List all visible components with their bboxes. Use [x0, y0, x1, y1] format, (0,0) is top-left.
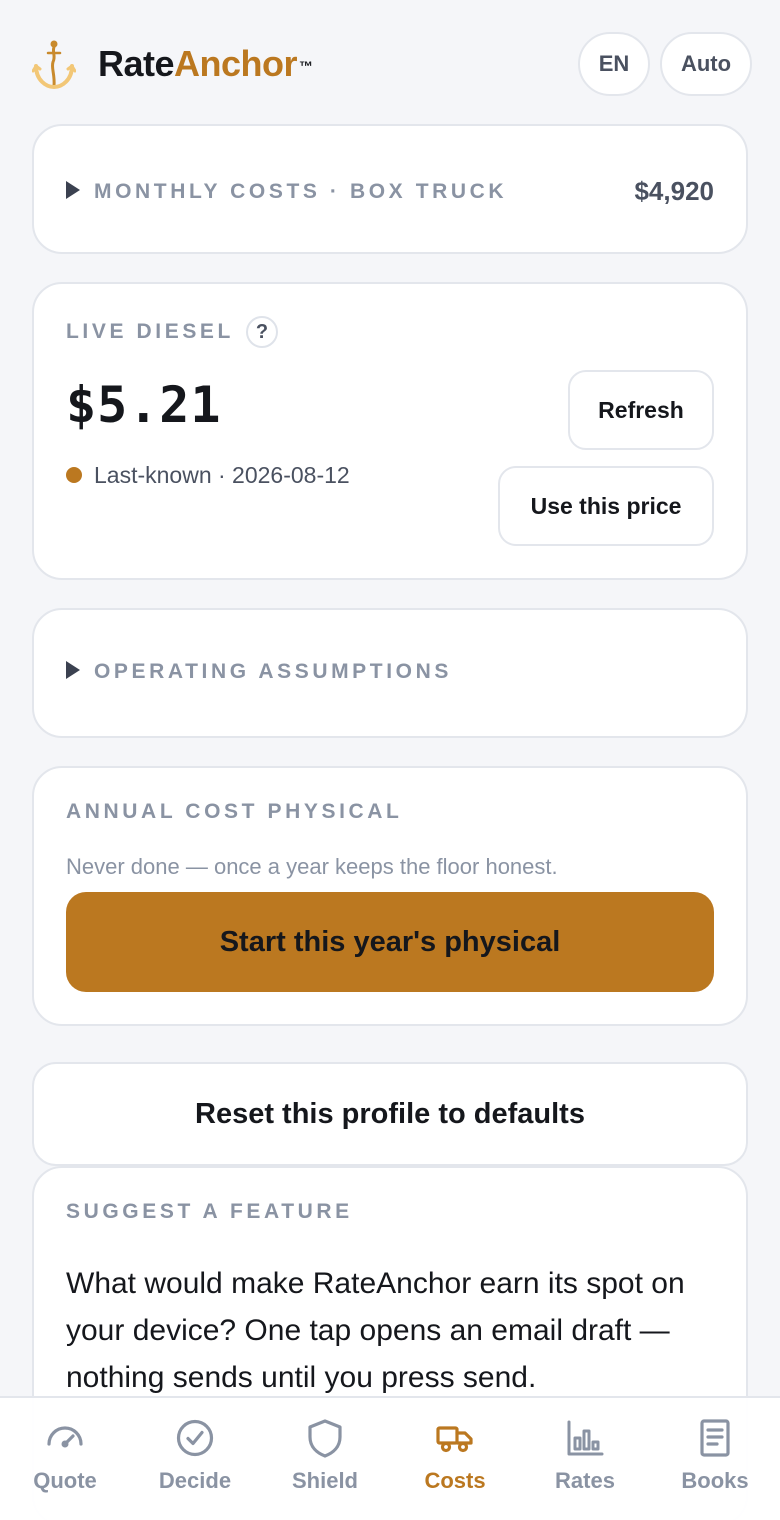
- operating-assumptions-label: OPERATING ASSUMPTIONS: [94, 660, 452, 683]
- nav-label: Decide: [158, 1468, 232, 1493]
- nav-item-costs[interactable]: Costs: [390, 1398, 520, 1520]
- annual-physical-card: ANNUAL COST PHYSICAL Never done — once a…: [32, 766, 748, 1026]
- help-icon[interactable]: ?: [245, 316, 278, 348]
- reset-profile-button[interactable]: Reset this profile to defaults: [32, 1062, 748, 1166]
- diesel-status: Last-known · 2026-08-12: [66, 452, 366, 498]
- suggest-feature-body: What would make RateAnchor earn its spot…: [66, 1267, 685, 1394]
- monthly-costs-card[interactable]: MONTHLY COSTS · BOX TRUCK $4,920: [32, 124, 748, 254]
- nav-label: Quote: [33, 1468, 97, 1493]
- annual-physical-note: Never done — once a year keeps the floor…: [66, 854, 558, 879]
- nav-label: Books: [681, 1468, 749, 1493]
- shield-icon: [308, 1419, 342, 1458]
- anchor-logo-icon: [32, 40, 76, 90]
- live-diesel-header: LIVE DIESEL ?: [66, 316, 278, 348]
- diesel-status-text: Last-known · 2026-08-12: [94, 462, 350, 488]
- trademark-mark: ™: [299, 58, 313, 74]
- truck-icon: [436, 1426, 473, 1453]
- theme-button[interactable]: Auto: [660, 32, 752, 96]
- bottom-navigation: Quote Decide Shield Costs Rates Books: [0, 1396, 780, 1520]
- brand-part-1: Rate: [98, 43, 175, 84]
- nav-item-quote[interactable]: Quote: [0, 1398, 130, 1520]
- annual-physical-label: ANNUAL COST PHYSICAL: [66, 800, 403, 823]
- app-header: RateAnchor ™ EN Auto: [0, 0, 780, 120]
- status-dot-icon: [66, 466, 82, 483]
- nav-item-rates[interactable]: Rates: [520, 1398, 650, 1520]
- operating-assumptions-card[interactable]: OPERATING ASSUMPTIONS: [32, 608, 748, 738]
- monthly-costs-label: MONTHLY COSTS · BOX TRUCK: [94, 179, 508, 203]
- nav-label: Rates: [555, 1468, 615, 1493]
- nav-item-decide[interactable]: Decide: [130, 1398, 260, 1520]
- check-circle-icon: [176, 1419, 214, 1457]
- live-diesel-label: LIVE DIESEL: [66, 320, 234, 343]
- nav-item-books[interactable]: Books: [650, 1398, 780, 1520]
- monthly-costs-toggle[interactable]: MONTHLY COSTS · BOX TRUCK: [66, 180, 507, 204]
- nav-item-shield[interactable]: Shield: [260, 1398, 390, 1520]
- brand-part-2: Anchor: [174, 43, 298, 84]
- suggest-feature-label: SUGGEST A FEATURE: [66, 1200, 353, 1223]
- start-physical-button[interactable]: Start this year's physical: [66, 892, 714, 992]
- live-diesel-card: LIVE DIESEL ? $5.21 Last-known · 2026-08…: [32, 282, 748, 580]
- refresh-button[interactable]: Refresh: [568, 370, 714, 450]
- disclosure-triangle-icon: [66, 661, 80, 680]
- language-button[interactable]: EN: [578, 32, 650, 96]
- disclosure-triangle-icon: [66, 180, 80, 199]
- ledger-icon: [700, 1419, 730, 1457]
- diesel-price: $5.21: [66, 376, 222, 434]
- brand-name: RateAnchor ™: [98, 42, 313, 86]
- operating-assumptions-toggle[interactable]: OPERATING ASSUMPTIONS: [66, 660, 452, 684]
- nav-label: Costs: [424, 1468, 486, 1493]
- bar-chart-icon: [567, 1420, 604, 1456]
- use-price-button[interactable]: Use this price: [498, 466, 714, 546]
- gauge-icon: [47, 1426, 83, 1448]
- monthly-costs-total: $4,920: [634, 176, 714, 206]
- nav-label: Shield: [291, 1468, 358, 1493]
